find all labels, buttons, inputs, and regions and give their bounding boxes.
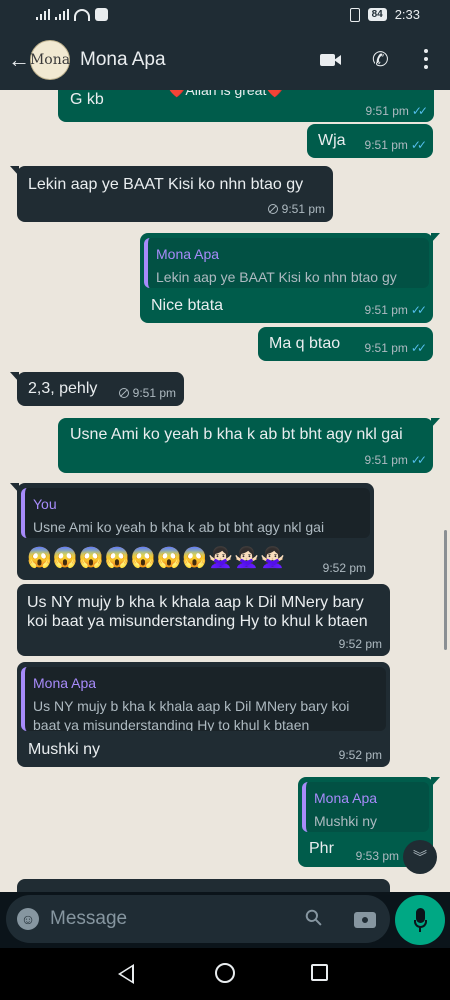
message-time: 9:51 pm bbox=[364, 303, 408, 317]
quoted-message[interactable]: Mona Apa Lekin aap ye BAAT Kisi ko nhn b… bbox=[144, 238, 429, 288]
quoted-text: Usne Ami ko yeah b kha k ab bt bht agy n… bbox=[33, 519, 325, 535]
wifi-icon bbox=[74, 8, 90, 21]
message-incoming[interactable]: Mona Apa Us NY mujy b kha k khala aap k … bbox=[17, 662, 390, 767]
message-meta: 9:52 pm bbox=[339, 748, 382, 762]
message-meta: 9:51 pm bbox=[267, 202, 325, 216]
message-time: 9:51 pm bbox=[281, 202, 325, 216]
signal-icon bbox=[36, 9, 50, 20]
mic-icon[interactable] bbox=[395, 895, 445, 945]
message-outgoing[interactable]: Usne Ami ko yeah b kha k ab bt bht agy n… bbox=[58, 418, 440, 473]
message-time: 9:51 pm bbox=[364, 453, 408, 467]
phone-call-icon[interactable]: ✆ bbox=[372, 49, 389, 71]
read-ticks-icon: ✓✓ bbox=[410, 453, 427, 467]
nav-recents-icon[interactable] bbox=[311, 964, 328, 981]
read-ticks-icon: ✓✓ bbox=[411, 104, 428, 118]
status-bar: 84 2:33 bbox=[0, 0, 450, 32]
message-time: 9:51 pm bbox=[365, 104, 409, 118]
scroll-to-bottom-icon[interactable]: ︾ bbox=[403, 840, 437, 874]
message-meta: 9:52 pm bbox=[339, 637, 382, 651]
quoted-text: Mushki ny bbox=[314, 813, 378, 829]
message-meta: 9:51 pm bbox=[118, 386, 176, 400]
message-field: ☺ ⚲ bbox=[6, 895, 390, 943]
nav-back-icon[interactable] bbox=[118, 964, 134, 984]
attach-icon[interactable]: ⚲ bbox=[299, 903, 328, 932]
message-text: Usne Ami ko yeah b kha k ab bt bht agy n… bbox=[70, 426, 403, 443]
message-time: 9:51 pm bbox=[364, 138, 408, 152]
message-extra-text: ❤️Allah is great❤️ bbox=[168, 90, 284, 98]
message-text: Wja bbox=[318, 132, 346, 149]
camera-icon[interactable] bbox=[354, 907, 376, 929]
video-call-icon[interactable] bbox=[320, 49, 342, 71]
message-meta: 9:51 pm ✓✓ bbox=[365, 138, 427, 152]
message-meta: 9:52 pm bbox=[323, 561, 366, 575]
input-bar: ☺ ⚲ bbox=[0, 892, 450, 948]
quoted-message[interactable]: Mona Apa Us NY mujy b kha k khala aap k … bbox=[21, 667, 386, 731]
deleted-icon bbox=[118, 388, 129, 398]
message-text: Mushki ny bbox=[28, 741, 101, 758]
message-incoming[interactable] bbox=[17, 879, 390, 892]
message-meta: 9:51 pm ✓✓ bbox=[365, 341, 427, 355]
emoji-icon[interactable]: ☺ bbox=[17, 908, 39, 930]
read-ticks-icon: ✓✓ bbox=[410, 303, 427, 317]
message-text: Ma q btao bbox=[269, 335, 341, 352]
navigation-bar bbox=[0, 948, 450, 1000]
deleted-icon bbox=[267, 204, 278, 214]
message-time: 9:51 pm bbox=[132, 386, 176, 400]
message-input[interactable] bbox=[50, 903, 290, 935]
quoted-sender: You bbox=[33, 496, 57, 512]
read-ticks-icon: ✓✓ bbox=[410, 341, 427, 355]
message-time: 9:52 pm bbox=[338, 748, 382, 762]
quoted-sender: Mona Apa bbox=[156, 246, 220, 262]
message-meta: 9:51 pm ✓✓ bbox=[365, 303, 427, 317]
message-time: 9:51 pm bbox=[364, 341, 408, 355]
quoted-message[interactable]: You Usne Ami ko yeah b kha k ab bt bht a… bbox=[21, 488, 370, 538]
battery-level: 84 bbox=[367, 8, 387, 21]
message-outgoing[interactable]: Mona Apa Lekin aap ye BAAT Kisi ko nhn b… bbox=[140, 233, 440, 323]
quoted-text: Lekin aap ye BAAT Kisi ko nhn btao gy bbox=[156, 269, 397, 285]
message-incoming[interactable]: 2,3, pehly 9:51 pm bbox=[10, 372, 184, 406]
message-outgoing[interactable]: Ma q btao 9:51 pm ✓✓ bbox=[258, 327, 433, 361]
message-meta: 9:51 pm ✓✓ bbox=[365, 453, 427, 467]
quoted-message[interactable]: Mona Apa Mushki ny bbox=[302, 782, 429, 832]
more-options-icon[interactable] bbox=[423, 49, 429, 73]
contact-name[interactable]: Mona Apa bbox=[80, 49, 166, 71]
message-text: 2,3, pehly bbox=[28, 380, 98, 397]
vibrate-icon bbox=[349, 7, 360, 22]
avatar-text: Mona bbox=[29, 52, 71, 68]
notification-app-icon bbox=[95, 8, 108, 21]
quoted-sender: Mona Apa bbox=[33, 675, 97, 691]
message-text: G kb bbox=[70, 91, 104, 108]
message-text: Phr bbox=[309, 840, 334, 857]
signal-icon bbox=[55, 9, 69, 20]
message-text: Lekin aap ye BAAT Kisi ko nhn btao gy bbox=[28, 176, 304, 193]
clock: 2:33 bbox=[394, 7, 420, 22]
message-outgoing[interactable]: G kb ❤️Allah is great❤️ 9:51 pm ✓✓ bbox=[58, 90, 434, 122]
message-time: 9:52 pm bbox=[338, 637, 382, 651]
read-ticks-icon: ✓✓ bbox=[410, 138, 427, 152]
message-incoming[interactable]: Lekin aap ye BAAT Kisi ko nhn btao gy 9:… bbox=[10, 166, 333, 222]
message-time: 9:52 pm bbox=[322, 561, 366, 575]
quoted-text: Us NY mujy b kha k khala aap k Dil MNery… bbox=[33, 698, 350, 731]
message-text: 😱😱😱😱😱😱😱🙅🏻‍♀️🙅🏻‍♀️🙅🏻‍♀️ bbox=[27, 547, 287, 569]
scrollbar[interactable] bbox=[444, 530, 447, 650]
chat-header: ← Mona Mona Apa ✆ bbox=[0, 32, 450, 90]
quoted-sender: Mona Apa bbox=[314, 790, 378, 806]
message-meta: 9:51 pm ✓✓ bbox=[366, 104, 428, 118]
back-arrow-icon[interactable]: ← bbox=[8, 49, 30, 71]
message-outgoing[interactable]: Wja 9:51 pm ✓✓ bbox=[307, 124, 433, 158]
nav-home-icon[interactable] bbox=[215, 963, 235, 983]
message-meta: 9:53 pm bbox=[356, 849, 399, 863]
message-incoming[interactable]: You Usne Ami ko yeah b kha k ab bt bht a… bbox=[10, 483, 374, 580]
message-incoming[interactable]: Us NY mujy b kha k khala aap k Dil MNery… bbox=[17, 584, 390, 656]
avatar[interactable]: Mona bbox=[30, 40, 70, 80]
message-text: Us NY mujy b kha k khala aap k Dil MNery… bbox=[27, 594, 368, 630]
message-text: Nice btata bbox=[151, 297, 224, 314]
chat-area[interactable]: G kb ❤️Allah is great❤️ 9:51 pm ✓✓ Wja 9:… bbox=[0, 90, 450, 892]
message-time: 9:53 pm bbox=[355, 849, 399, 863]
